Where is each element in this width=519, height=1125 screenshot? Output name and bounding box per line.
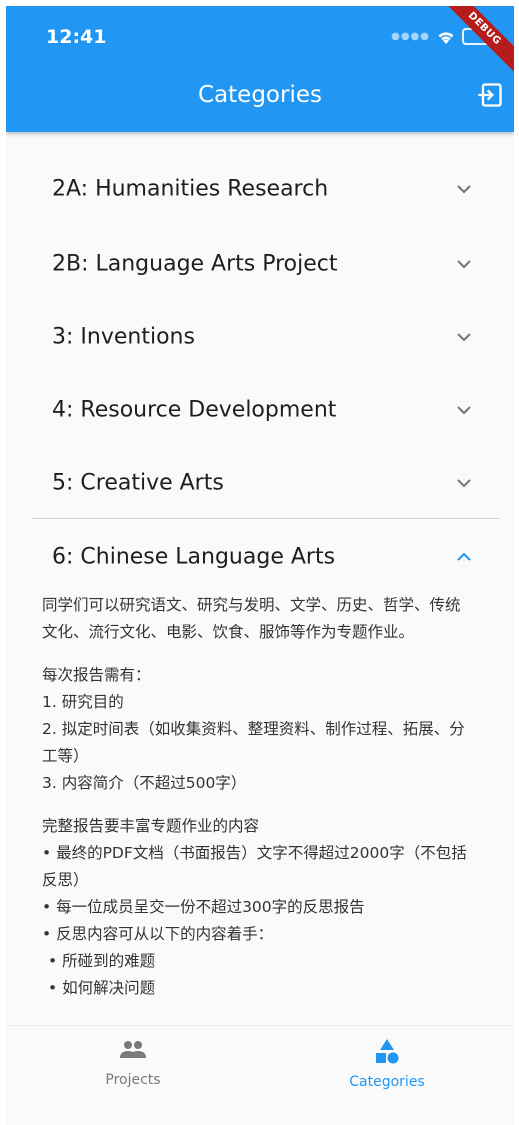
chevron-down-icon <box>457 185 471 194</box>
category-5[interactable]: 5: Creative Arts <box>6 445 514 518</box>
chevron-up-icon <box>457 552 471 561</box>
app-screen: 12:41 ●●●● Categories DEBUG 2A: Humaniti… <box>6 6 514 1125</box>
page-title: Categories <box>198 82 322 108</box>
wifi-icon <box>438 31 454 44</box>
intro-text: 同学们可以研究语文、研究与发明、文学、历史、哲学、传统文化、流行文化、电影、饮食… <box>42 596 461 641</box>
list-item: 3. 内容简介（不超过500字） <box>42 774 247 792</box>
list-item: 2. 拟定时间表（如收集资料、整理资料、制作过程、拓展、分工等） <box>42 720 465 765</box>
list-item: • 如何解决问题 <box>48 979 156 997</box>
report-title: 每次报告需有： <box>42 666 151 684</box>
list-item: • 最终的PDF文档（书面报告）文字不得超过2000字（不包括反思） <box>42 844 467 889</box>
signal-icon: ●●●● <box>391 31 430 42</box>
category-2b[interactable]: 2B: Language Arts Project <box>6 226 514 299</box>
chevron-down-icon <box>457 406 471 415</box>
people-icon <box>120 1041 146 1058</box>
category-label: 4: Resource Development <box>52 397 337 423</box>
categories-list: 2A: Humanities Research 2B: Language Art… <box>6 132 514 1025</box>
chevron-down-icon <box>457 260 471 269</box>
category-shapes-icon <box>376 1039 399 1064</box>
category-label: 2A: Humanities Research <box>52 176 329 202</box>
list-item: • 反思内容可从以下的内容着手： <box>42 925 274 943</box>
category-label: 6: Chinese Language Arts <box>52 544 336 570</box>
category-label: 3: Inventions <box>52 324 195 350</box>
app-bar: 12:41 ●●●● Categories DEBUG <box>6 6 514 132</box>
list-item: • 所碰到的难题 <box>48 952 156 970</box>
chevron-down-icon <box>457 333 471 342</box>
category-label: 5: Creative Arts <box>52 470 224 496</box>
category-4[interactable]: 4: Resource Development <box>6 372 514 445</box>
nav-categories-label: Categories <box>349 1074 425 1090</box>
category-label: 2B: Language Arts Project <box>52 251 338 277</box>
list-item: • 每一位成员呈交一份不超过300字的反思报告 <box>42 898 365 916</box>
bottom-nav: Projects Categories <box>6 1025 514 1125</box>
nav-projects-label: Projects <box>105 1072 161 1088</box>
full-report-title: 完整报告要丰富专题作业的内容 <box>42 817 260 835</box>
category-6[interactable]: 6: Chinese Language Arts <box>6 519 514 592</box>
chevron-down-icon <box>457 479 471 488</box>
logout-icon[interactable] <box>476 81 504 109</box>
category-6-details: 同学们可以研究语文、研究与发明、文学、历史、哲学、传统文化、流行文化、电影、饮食… <box>6 592 514 1002</box>
status-time: 12:41 <box>46 26 107 48</box>
category-2a[interactable]: 2A: Humanities Research <box>6 132 514 226</box>
nav-projects[interactable]: Projects <box>6 1038 260 1088</box>
nav-categories[interactable]: Categories <box>260 1038 514 1090</box>
list-item: 1. 研究目的 <box>42 693 124 711</box>
category-3[interactable]: 3: Inventions <box>6 299 514 372</box>
